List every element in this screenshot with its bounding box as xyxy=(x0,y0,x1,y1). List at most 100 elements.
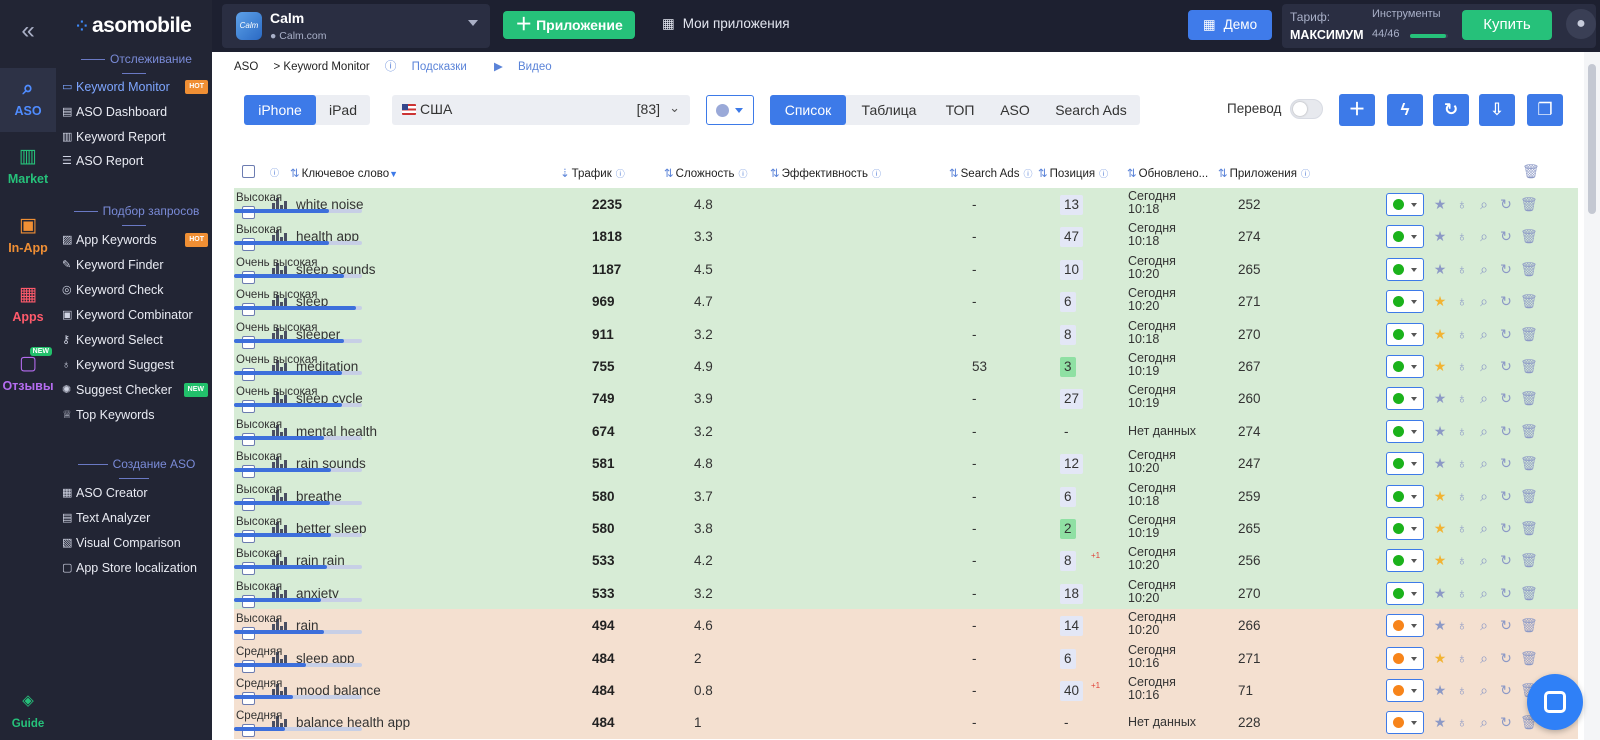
star-icon[interactable]: ★ xyxy=(1432,455,1448,471)
refresh-icon[interactable]: ↻ xyxy=(1498,455,1514,471)
table-row[interactable]: sleep cycle 749 3.9 Очень высокая -27 Сегодня… xyxy=(234,382,1578,416)
keyword-cell[interactable]: mental health xyxy=(296,415,377,448)
refresh-button[interactable]: ↻ xyxy=(1433,94,1469,126)
col-apps[interactable]: ⇅ Приложения ⓘ xyxy=(1218,166,1310,180)
keyword-cell[interactable]: health app xyxy=(296,220,359,253)
translate-toggle[interactable] xyxy=(1290,99,1323,119)
keyword-cell[interactable]: mood balance xyxy=(296,674,381,707)
download-button[interactable]: ⇩ xyxy=(1479,94,1515,126)
search-icon[interactable]: ⌕ xyxy=(1476,488,1492,504)
help-icon[interactable]: ⓘ xyxy=(739,169,748,179)
sidebar-item-aso-creator[interactable]: ▦ ASO Creator xyxy=(62,482,208,504)
sidebar-item-top-keywords[interactable]: ♕ Top Keywords xyxy=(62,404,208,426)
sidebar-item-suggest-checker[interactable]: ✺ Suggest Checker NEW xyxy=(62,379,208,401)
keyword-cell[interactable]: breathe xyxy=(296,480,342,513)
position-cell[interactable]: - xyxy=(1060,713,1073,733)
table-row[interactable]: meditation 755 4.9 Очень высокая 53 3 Сегодня … xyxy=(234,350,1578,383)
lightbulb-icon[interactable]: ♁ xyxy=(1454,390,1470,406)
keyword-cell[interactable]: rain rain xyxy=(296,544,345,577)
position-cell[interactable]: 3 xyxy=(1060,357,1076,377)
trash-icon[interactable]: 🗑︎ xyxy=(1520,390,1538,406)
search-icon[interactable]: ⌕ xyxy=(1476,552,1492,568)
col-position[interactable]: ⇅ Позиция ⓘ xyxy=(1038,166,1108,180)
table-row[interactable]: sleep 969 4.7 Очень высокая -6 Сегодня 10:20 2… xyxy=(234,285,1578,319)
lightbulb-icon[interactable]: ♁ xyxy=(1454,520,1470,536)
quick-action-button[interactable]: ϟ xyxy=(1387,94,1423,126)
help-icon[interactable]: ⓘ xyxy=(872,169,881,179)
search-icon[interactable]: ⌕ xyxy=(1476,650,1492,666)
collapse-sidebar-icon[interactable]: « xyxy=(0,16,56,46)
position-cell[interactable]: 12 xyxy=(1060,454,1084,475)
search-icon[interactable]: ⌕ xyxy=(1476,326,1492,342)
refresh-icon[interactable]: ↻ xyxy=(1498,650,1514,666)
apps-cell[interactable]: 274 xyxy=(1238,220,1261,253)
table-row[interactable]: sleeper 911 3.2 Очень высокая -8 Сегодня 10:1… xyxy=(234,317,1578,351)
search-icon[interactable]: ⌕ xyxy=(1476,358,1492,374)
refresh-icon[interactable]: ↻ xyxy=(1498,293,1514,309)
row-color-select[interactable] xyxy=(1386,257,1424,281)
lightbulb-icon[interactable]: ♁ xyxy=(1454,650,1470,666)
position-cell[interactable]: 6 xyxy=(1060,486,1076,507)
refresh-icon[interactable]: ↻ xyxy=(1498,585,1514,601)
row-color-select[interactable] xyxy=(1386,614,1424,638)
col-keyword[interactable]: ⇅ Ключевое слово▼ xyxy=(290,166,398,180)
country-select[interactable]: США [83] ⌄ xyxy=(392,95,690,125)
apps-cell[interactable]: 267 xyxy=(1238,350,1261,383)
buy-button[interactable]: Купить xyxy=(1462,10,1552,40)
row-color-select[interactable] xyxy=(1386,322,1424,346)
table-row[interactable]: anxiety 533 3.2 Высокая - 18 Сегодня 10:20 270 ★… xyxy=(234,576,1578,610)
trash-icon[interactable]: 🗑︎ xyxy=(1520,228,1538,244)
select-all-checkbox[interactable] xyxy=(242,165,255,178)
star-icon[interactable]: ★ xyxy=(1432,714,1448,730)
position-cell[interactable]: 6 xyxy=(1060,292,1076,313)
rail-item-aso[interactable]: ⌕ ASO xyxy=(0,68,56,132)
position-cell[interactable]: 27 xyxy=(1060,389,1084,410)
delete-all-icon[interactable]: 🗑︎ xyxy=(1522,163,1540,180)
keyword-cell[interactable]: rain sounds xyxy=(296,447,366,480)
help-icon[interactable]: ⓘ xyxy=(1301,169,1310,179)
add-keyword-button[interactable]: ＋ xyxy=(1339,94,1375,126)
col-complexity[interactable]: ⇅ Сложность ⓘ xyxy=(664,166,748,180)
lightbulb-icon[interactable]: ♁ xyxy=(1454,552,1470,568)
row-color-select[interactable] xyxy=(1386,452,1424,476)
search-icon[interactable]: ⌕ xyxy=(1476,455,1492,471)
search-icon[interactable]: ⌕ xyxy=(1476,682,1492,698)
trash-icon[interactable]: 🗑︎ xyxy=(1520,520,1538,536)
position-cell[interactable]: 6 xyxy=(1060,648,1076,669)
apps-cell[interactable]: 265 xyxy=(1238,512,1261,545)
hints-link[interactable]: ⓘ Подсказки xyxy=(385,61,479,73)
star-icon[interactable]: ★ xyxy=(1432,228,1448,244)
row-color-select[interactable] xyxy=(1386,646,1424,670)
apps-cell[interactable]: 270 xyxy=(1238,318,1261,351)
scrollbar-thumb[interactable] xyxy=(1588,64,1596,214)
rail-item-reviews[interactable]: ▢ NEW Отзывы xyxy=(0,347,56,393)
lightbulb-icon[interactable]: ♁ xyxy=(1454,488,1470,504)
star-icon[interactable]: ★ xyxy=(1432,488,1448,504)
trash-icon[interactable]: 🗑︎ xyxy=(1520,293,1538,309)
row-color-select[interactable] xyxy=(1386,517,1424,540)
help-icon[interactable]: ⓘ xyxy=(616,169,625,179)
trash-icon[interactable]: 🗑︎ xyxy=(1520,196,1538,212)
apps-cell[interactable]: 252 xyxy=(1238,188,1261,221)
color-filter-select[interactable] xyxy=(706,95,754,125)
keyword-cell[interactable]: balance health app xyxy=(296,706,410,739)
apps-cell[interactable]: 271 xyxy=(1238,642,1261,675)
lightbulb-icon[interactable]: ♁ xyxy=(1454,455,1470,471)
refresh-icon[interactable]: ↻ xyxy=(1498,520,1514,536)
video-link[interactable]: ▶ Видео xyxy=(494,61,564,73)
lightbulb-icon[interactable]: ♁ xyxy=(1454,682,1470,698)
apps-cell[interactable]: 260 xyxy=(1238,382,1261,415)
star-icon[interactable]: ★ xyxy=(1432,358,1448,374)
trash-icon[interactable]: 🗑︎ xyxy=(1520,261,1538,277)
rail-item-in-app[interactable]: ▣ In-App xyxy=(0,215,56,255)
search-icon[interactable]: ⌕ xyxy=(1476,423,1492,439)
table-row[interactable]: sleep sounds 1187 4.5 Очень высокая -10 Сегод… xyxy=(234,252,1578,286)
trash-icon[interactable]: 🗑︎ xyxy=(1520,455,1538,471)
search-icon[interactable]: ⌕ xyxy=(1476,520,1492,536)
table-row[interactable]: health app 1818 3.3 Высокая - 47 Сегодня 10:18… xyxy=(234,220,1578,254)
refresh-icon[interactable]: ↻ xyxy=(1498,390,1514,406)
position-cell[interactable]: 14 xyxy=(1060,616,1084,637)
position-cell[interactable]: 47 xyxy=(1060,227,1084,248)
device-iphone[interactable]: iPhone xyxy=(244,95,316,125)
col-search-ads[interactable]: ⇅ Search Ads ⓘ xyxy=(949,166,1032,180)
